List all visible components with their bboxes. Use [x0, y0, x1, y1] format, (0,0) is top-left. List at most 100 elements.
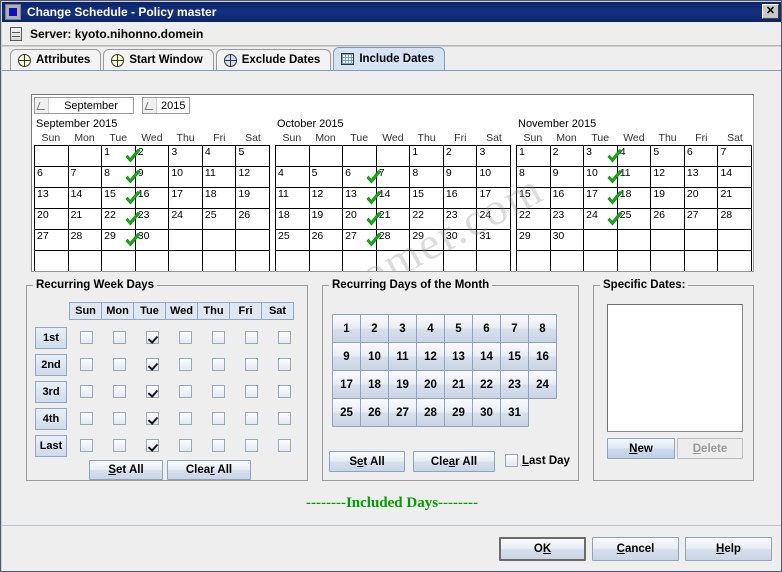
- month-day-button[interactable]: 16: [528, 342, 557, 371]
- calendar-day-cell[interactable]: 26: [651, 209, 685, 230]
- calendar-day-cell[interactable]: 28: [376, 230, 411, 251]
- calendar-day-cell[interactable]: 26: [236, 209, 271, 230]
- weekday-checkbox[interactable]: [212, 439, 225, 452]
- calendar-day-cell[interactable]: 30: [550, 230, 585, 251]
- calendar-day-cell[interactable]: 29: [517, 230, 551, 251]
- weekday-checkbox[interactable]: [113, 439, 126, 452]
- weekday-checkbox[interactable]: [80, 358, 93, 371]
- calendar-day-cell[interactable]: 2: [443, 146, 478, 167]
- calendar-day-cell[interactable]: 3: [477, 146, 512, 167]
- calendar-day-cell[interactable]: 18: [202, 188, 237, 209]
- calendar-day-cell[interactable]: 20: [684, 188, 719, 209]
- weekday-checkbox[interactable]: [179, 385, 192, 398]
- calendar-day-cell[interactable]: 8: [102, 167, 141, 188]
- ok-button[interactable]: OK: [499, 537, 586, 561]
- month-day-button[interactable]: 17: [332, 370, 361, 399]
- calendar-day-cell[interactable]: 14: [68, 188, 103, 209]
- cancel-button[interactable]: Cancel: [592, 537, 679, 561]
- month-day-button[interactable]: 31: [500, 398, 529, 427]
- calendar-day-cell[interactable]: 18: [617, 188, 652, 209]
- weekday-row-label[interactable]: Last: [35, 434, 67, 457]
- month-day-button[interactable]: 15: [500, 342, 529, 371]
- calendar-day-cell[interactable]: 8: [410, 167, 444, 188]
- month-day-button[interactable]: 30: [472, 398, 501, 427]
- calendar-day-cell[interactable]: 26: [309, 230, 344, 251]
- calendar-day-cell[interactable]: 17: [584, 188, 623, 209]
- calendar-day-cell[interactable]: 23: [135, 209, 170, 230]
- weekday-checkbox[interactable]: [179, 412, 192, 425]
- calendar-day-cell[interactable]: 1: [410, 146, 444, 167]
- month-day-button[interactable]: 28: [416, 398, 445, 427]
- weekday-checkbox[interactable]: [113, 385, 126, 398]
- month-day-button[interactable]: 21: [444, 370, 473, 399]
- calendar-day-cell[interactable]: 24: [477, 209, 512, 230]
- weekday-checkbox[interactable]: [278, 358, 291, 371]
- calendar-day-cell[interactable]: 28: [718, 209, 753, 230]
- calendar-day-cell[interactable]: 22: [102, 209, 141, 230]
- tab-attributes[interactable]: Attributes: [10, 49, 102, 70]
- calendar-day-cell[interactable]: 13: [343, 188, 382, 209]
- monthdays-set-all-button[interactable]: Set All: [329, 451, 405, 472]
- month-day-button[interactable]: 2: [360, 314, 389, 343]
- weekday-checkbox[interactable]: [245, 331, 258, 344]
- weekday-row-label[interactable]: 2nd: [35, 353, 67, 376]
- calendar-day-cell[interactable]: 16: [550, 188, 585, 209]
- calendar-day-cell[interactable]: 6: [35, 167, 69, 188]
- calendar-day-cell[interactable]: 21: [718, 188, 753, 209]
- calendar-day-cell[interactable]: 23: [550, 209, 585, 230]
- calendar-day-cell[interactable]: 19: [236, 188, 271, 209]
- weekday-column-header[interactable]: Mon: [101, 302, 134, 320]
- calendar-day-cell[interactable]: 24: [584, 209, 623, 230]
- calendar-day-cell[interactable]: 24: [169, 209, 203, 230]
- calendar-day-cell[interactable]: 10: [169, 167, 203, 188]
- calendar-day-cell[interactable]: 6: [684, 146, 719, 167]
- weekday-checkbox[interactable]: [146, 331, 159, 344]
- monthdays-clear-all-button[interactable]: Clear All: [413, 451, 495, 472]
- weekday-checkbox[interactable]: [179, 331, 192, 344]
- calendar-day-cell[interactable]: 11: [617, 167, 652, 188]
- year-selector[interactable]: 2015: [142, 97, 191, 114]
- month-day-button[interactable]: 22: [472, 370, 501, 399]
- calendar-day-cell[interactable]: 12: [309, 188, 344, 209]
- calendar-day-cell[interactable]: 17: [477, 188, 512, 209]
- weekday-checkbox[interactable]: [212, 331, 225, 344]
- calendar-day-cell[interactable]: 10: [584, 167, 623, 188]
- calendar-day-cell[interactable]: 9: [135, 167, 170, 188]
- calendar-day-cell[interactable]: 14: [718, 167, 753, 188]
- month-day-button[interactable]: 14: [472, 342, 501, 371]
- calendar-day-cell[interactable]: 7: [718, 146, 753, 167]
- weekdays-set-all-button[interactable]: Set All: [89, 460, 163, 480]
- calendar-day-cell[interactable]: 7: [68, 167, 103, 188]
- calendar-day-cell[interactable]: 8: [517, 167, 551, 188]
- calendar-day-cell[interactable]: 2: [550, 146, 585, 167]
- calendar-day-cell[interactable]: 29: [410, 230, 444, 251]
- calendar-day-cell[interactable]: 25: [202, 209, 237, 230]
- calendar-day-cell[interactable]: 15: [102, 188, 141, 209]
- month-day-button[interactable]: 6: [472, 314, 501, 343]
- month-day-button[interactable]: 18: [360, 370, 389, 399]
- weekday-checkbox[interactable]: [245, 412, 258, 425]
- month-spinner-arrow-icon[interactable]: [35, 98, 49, 113]
- month-day-button[interactable]: 1: [332, 314, 361, 343]
- calendar-day-cell[interactable]: 22: [517, 209, 551, 230]
- calendar-day-cell[interactable]: 20: [35, 209, 69, 230]
- calendar-day-cell[interactable]: 9: [550, 167, 585, 188]
- weekdays-clear-all-button[interactable]: Clear All: [167, 460, 251, 480]
- weekday-checkbox[interactable]: [113, 358, 126, 371]
- calendar-day-cell[interactable]: 30: [443, 230, 478, 251]
- calendar-day-cell[interactable]: 27: [343, 230, 382, 251]
- weekday-checkbox[interactable]: [146, 412, 159, 425]
- calendar-day-cell[interactable]: 12: [236, 167, 271, 188]
- calendar-day-cell[interactable]: 19: [651, 188, 685, 209]
- calendar-day-cell[interactable]: 2: [135, 146, 170, 167]
- last-day-checkbox-row[interactable]: Last Day: [505, 454, 570, 467]
- calendar-day-cell[interactable]: 13: [684, 167, 719, 188]
- calendar-day-cell[interactable]: 12: [651, 167, 685, 188]
- weekday-column-header[interactable]: Wed: [165, 302, 198, 320]
- calendar-day-cell[interactable]: 13: [35, 188, 69, 209]
- calendar-day-cell[interactable]: 21: [376, 209, 411, 230]
- weekday-checkbox[interactable]: [212, 358, 225, 371]
- month-day-button[interactable]: 10: [360, 342, 389, 371]
- weekday-row-label[interactable]: 4th: [35, 407, 67, 430]
- tab-exclude-dates[interactable]: Exclude Dates: [215, 49, 332, 70]
